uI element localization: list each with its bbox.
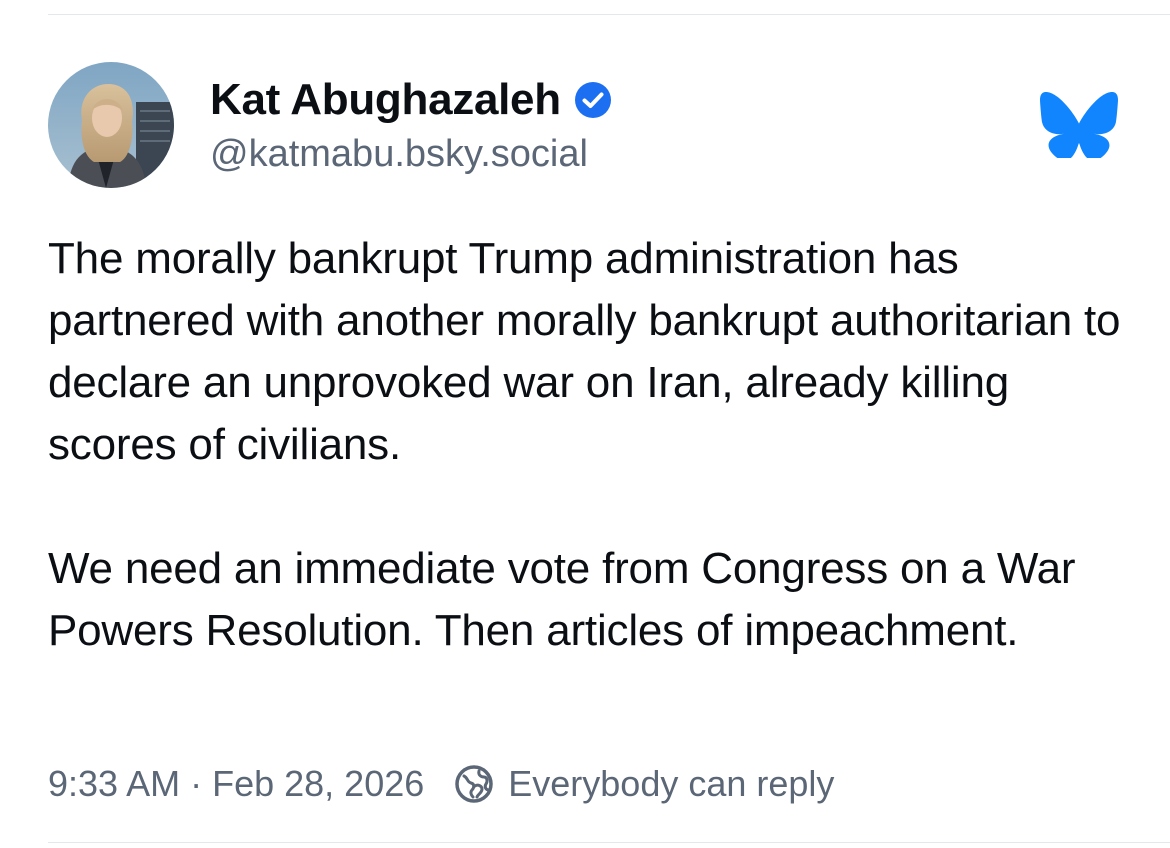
bottom-divider: [48, 842, 1170, 843]
author-handle[interactable]: @katmabu.bsky.social: [210, 133, 588, 176]
post-time[interactable]: 9:33 AM: [48, 763, 180, 805]
post-paragraph: The morally bankrupt Trump administratio…: [48, 234, 1121, 469]
post-meta: 9:33 AM · Feb 28, 2026 Everybody can rep…: [48, 758, 834, 810]
bluesky-butterfly-icon[interactable]: [1040, 91, 1118, 161]
globe-reply-icon: [452, 762, 496, 806]
verified-badge-icon: [573, 80, 613, 120]
post-date[interactable]: Feb 28, 2026: [212, 763, 424, 805]
author-name-row[interactable]: Kat Abughazaleh: [210, 72, 613, 128]
meta-separator: ·: [190, 763, 203, 804]
author-name[interactable]: Kat Abughazaleh: [210, 75, 561, 125]
avatar-image: [48, 62, 174, 188]
avatar[interactable]: [48, 62, 174, 188]
post-body: The morally bankrupt Trump administratio…: [48, 228, 1138, 662]
reply-setting-label[interactable]: Everybody can reply: [508, 763, 834, 805]
post-card[interactable]: Kat Abughazaleh @katmabu.bsky.social The…: [0, 0, 1170, 848]
post-paragraph: We need an immediate vote from Congress …: [48, 544, 1076, 655]
